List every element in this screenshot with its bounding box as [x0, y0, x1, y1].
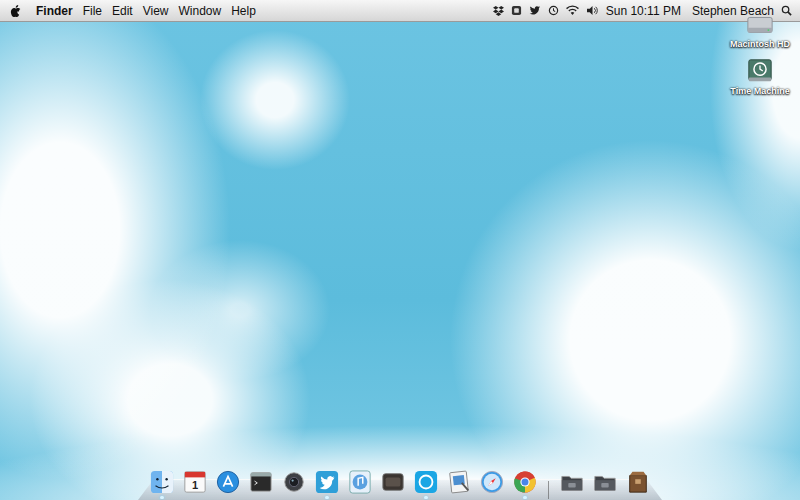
desktop: Finder File Edit View Window Help Sun 10:11 PM…	[0, 0, 800, 500]
dock-item[interactable]	[480, 470, 504, 499]
desktop-icon-list: Macintosh HD Time Machine	[724, 10, 796, 96]
dock-item[interactable]: 1	[183, 470, 207, 499]
app-menu[interactable]: Finder	[36, 4, 73, 18]
twitter-icon	[315, 470, 339, 494]
finder-icon	[150, 470, 174, 494]
time-machine-disk-icon	[746, 57, 774, 85]
folder-icon	[593, 470, 617, 494]
clock[interactable]: Sun 10:11 PM	[606, 4, 681, 18]
dock-item[interactable]	[513, 470, 537, 499]
preview-icon	[447, 470, 471, 494]
desktop-icon-label: Time Machine	[730, 86, 789, 96]
menu-item[interactable]: Window	[179, 4, 222, 18]
spotlight-search-icon[interactable]	[781, 5, 792, 16]
running-indicator	[570, 496, 574, 499]
running-indicator	[424, 496, 428, 499]
terminal-icon	[249, 470, 273, 494]
dock-separator	[548, 481, 549, 499]
dock-item[interactable]	[249, 470, 273, 499]
running-indicator	[490, 496, 494, 499]
dock-item[interactable]	[315, 470, 339, 499]
desktop-icon-label: Macintosh HD	[730, 39, 790, 49]
itunes-icon	[348, 470, 372, 494]
chrome-icon	[513, 470, 537, 494]
dock-item[interactable]	[414, 470, 438, 499]
volume-icon[interactable]	[586, 5, 599, 16]
dock-item[interactable]	[626, 470, 650, 499]
folder-icon	[560, 470, 584, 494]
running-indicator	[226, 496, 230, 499]
twitter-bird-icon[interactable]	[529, 5, 541, 16]
dock-item[interactable]	[447, 470, 471, 499]
calendar-icon: 1	[183, 470, 207, 494]
menu-bar: Finder File Edit View Window Help Sun 10:11 PM…	[0, 0, 800, 22]
user-name[interactable]: Stephen Beach	[692, 4, 774, 18]
running-indicator	[325, 496, 329, 499]
dock-item[interactable]	[560, 470, 584, 499]
dock: 1	[138, 470, 662, 500]
running-indicator	[457, 496, 461, 499]
running-indicator	[636, 496, 640, 499]
app-status-icon[interactable]	[511, 5, 522, 16]
running-indicator	[391, 496, 395, 499]
dock-item[interactable]	[348, 470, 372, 499]
menu-item[interactable]: Edit	[112, 4, 133, 18]
dock-item[interactable]	[282, 470, 306, 499]
dropbox-icon[interactable]	[493, 5, 504, 16]
menu-item[interactable]: View	[143, 4, 169, 18]
appstore-icon	[216, 470, 240, 494]
running-indicator	[160, 496, 164, 499]
dock-item[interactable]	[150, 470, 174, 499]
dock-item[interactable]	[593, 470, 617, 499]
running-indicator	[603, 496, 607, 499]
box-icon	[626, 470, 650, 494]
menu-item[interactable]: Help	[231, 4, 256, 18]
svg-text:1: 1	[192, 479, 198, 491]
safari-icon	[480, 470, 504, 494]
desktop-icon[interactable]: Macintosh HD	[724, 10, 796, 49]
hard-disk-icon	[746, 10, 774, 38]
menu-item[interactable]: File	[83, 4, 102, 18]
apple-icon[interactable]	[10, 4, 22, 18]
dock-item[interactable]	[216, 470, 240, 499]
wifi-icon[interactable]	[566, 5, 579, 16]
dark-icon	[381, 470, 405, 494]
running-indicator	[193, 496, 197, 499]
skype-icon	[414, 470, 438, 494]
dock-item[interactable]	[381, 470, 405, 499]
running-indicator	[523, 496, 527, 499]
time-machine-icon[interactable]	[548, 5, 559, 16]
running-indicator	[259, 496, 263, 499]
running-indicator	[358, 496, 362, 499]
camera-icon	[282, 470, 306, 494]
running-indicator	[292, 496, 296, 499]
desktop-icon[interactable]: Time Machine	[724, 57, 796, 96]
